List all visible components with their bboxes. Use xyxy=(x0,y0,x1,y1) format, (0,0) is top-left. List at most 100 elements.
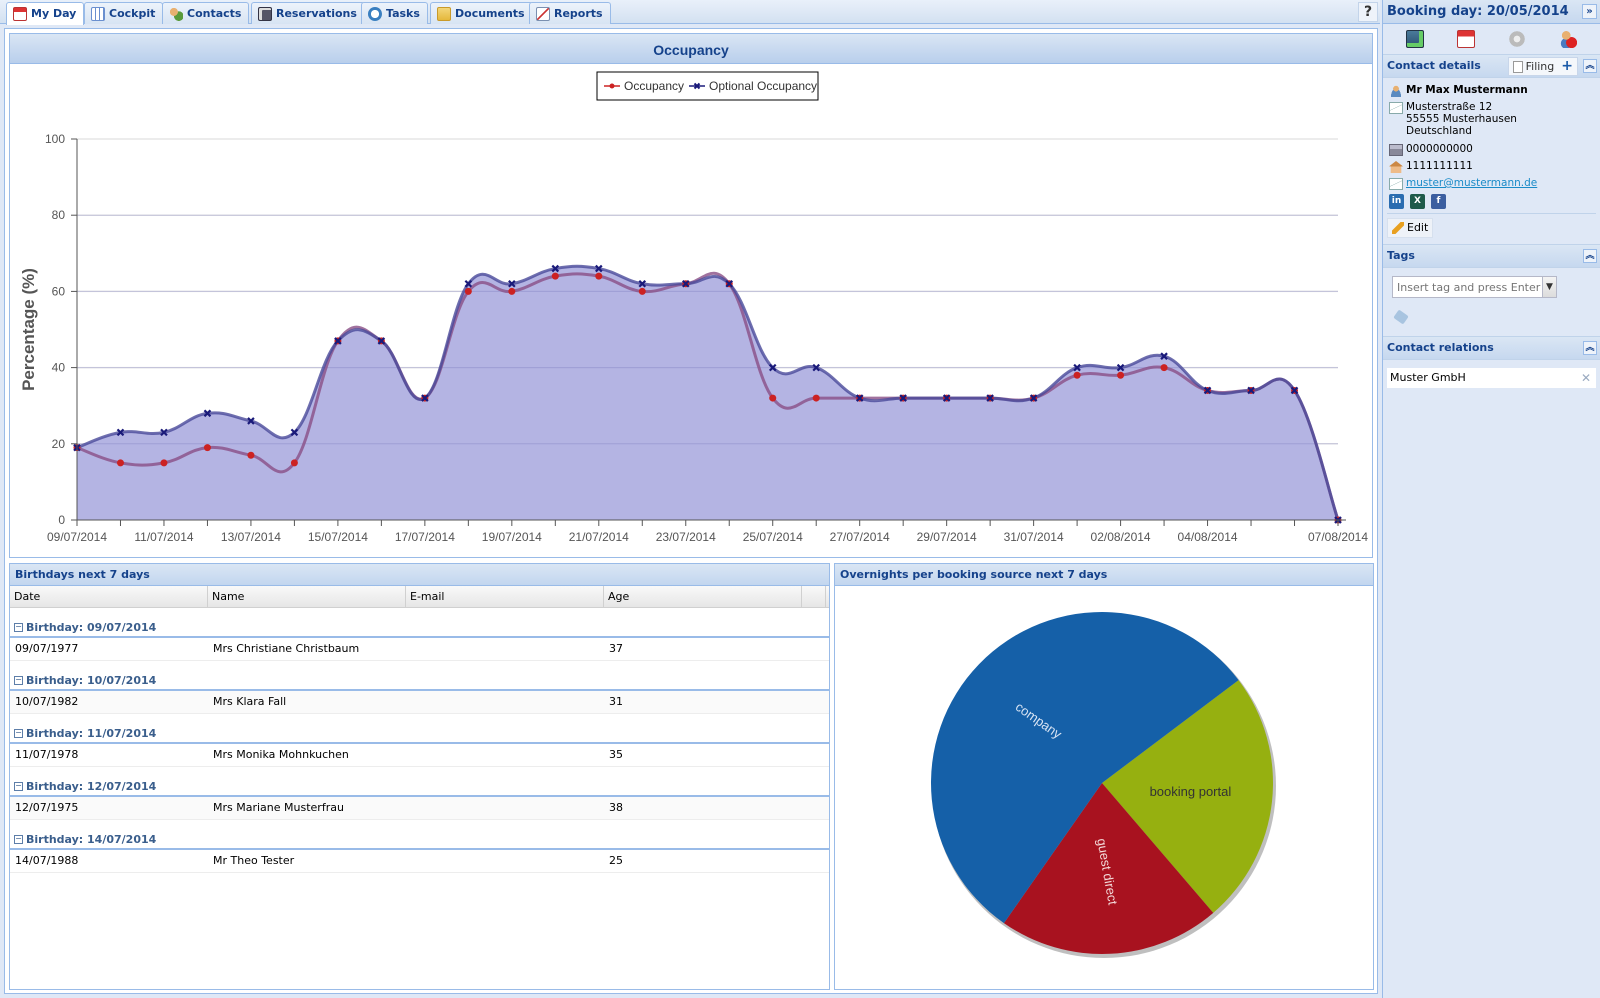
collapse-group-icon[interactable]: − xyxy=(14,781,23,791)
linkedin-icon[interactable]: in xyxy=(1389,194,1404,209)
edit-contact-button[interactable]: Edit xyxy=(1387,218,1433,238)
collapse-tags-button[interactable]: ︽ xyxy=(1583,249,1597,263)
collapse-group-icon[interactable]: − xyxy=(14,728,23,738)
folder-icon xyxy=(437,6,451,21)
group-label: Birthday: 10/07/2014 xyxy=(26,673,157,687)
grid-icon xyxy=(91,6,105,21)
tag-combobox: ▼ xyxy=(1392,276,1557,298)
main-tab-bar: My Day Cockpit Contacts Reservations Tas… xyxy=(0,0,1380,25)
booking-day-header: Booking day: 20/05/2014 » xyxy=(1383,0,1600,24)
help-button[interactable]: ? xyxy=(1358,2,1378,22)
contact-email-link[interactable]: muster@mustermann.de xyxy=(1406,177,1537,189)
occupancy-point xyxy=(812,394,820,402)
tab-label: Reports xyxy=(554,6,603,20)
cell-email xyxy=(406,638,604,660)
new-booking-icon[interactable] xyxy=(1405,30,1424,48)
tab-cockpit[interactable]: Cockpit xyxy=(84,2,164,24)
facebook-icon[interactable]: f xyxy=(1431,194,1446,209)
tab-reports[interactable]: Reports xyxy=(529,2,611,24)
filing-label: Filing xyxy=(1525,60,1555,73)
contacts-icon xyxy=(169,6,183,21)
settings-icon[interactable] xyxy=(1508,30,1527,48)
occupancy-point xyxy=(638,287,646,295)
filing-button[interactable]: Filing + xyxy=(1507,57,1578,76)
birthday-group-header[interactable]: − Birthday: 11/07/2014 xyxy=(10,714,829,744)
contact-phone-row: 0000000000 xyxy=(1389,143,1594,156)
occupancy-point xyxy=(464,287,472,295)
column-header-date[interactable]: Date xyxy=(10,586,208,607)
x-tick-label: 07/08/2014 xyxy=(1308,530,1368,544)
tab-contacts[interactable]: Contacts xyxy=(162,2,250,24)
birthday-group-header[interactable]: − Birthday: 10/07/2014 xyxy=(10,661,829,691)
tab-label: My Day xyxy=(31,7,77,20)
column-header-name[interactable]: Name xyxy=(208,586,406,607)
x-tick-label: 04/08/2014 xyxy=(1178,530,1238,544)
cell-age: 25 xyxy=(609,854,623,867)
x-tick-label: 02/08/2014 xyxy=(1091,530,1151,544)
occupancy-point xyxy=(116,459,124,467)
table-row[interactable]: 14/07/1988 Mr Theo Tester 25 xyxy=(10,850,829,873)
birthday-group-header[interactable]: − Birthday: 14/07/2014 xyxy=(10,820,829,850)
cell-date: 10/07/1982 xyxy=(15,695,79,708)
cell-age: 38 xyxy=(609,801,623,814)
tab-label: Documents xyxy=(455,6,525,20)
x-tick-label: 11/07/2014 xyxy=(134,530,193,544)
column-header-age[interactable]: Age xyxy=(604,586,802,607)
table-row[interactable]: 11/07/1978 Mrs Monika Mohnkuchen 35 xyxy=(10,744,829,767)
remove-relation-icon[interactable]: ✕ xyxy=(1581,368,1591,388)
table-row[interactable]: 12/07/1975 Mrs Mariane Musterfrau 38 xyxy=(10,797,829,820)
collapse-group-icon[interactable]: − xyxy=(14,675,23,685)
column-header-email[interactable]: E-mail xyxy=(406,586,604,607)
cell-date: 12/07/1975 xyxy=(15,801,79,814)
y-axis-title: Percentage (%) xyxy=(19,268,38,391)
social-links: in X f xyxy=(1389,194,1594,209)
checkout-guest-icon[interactable] xyxy=(1559,30,1578,48)
group-label: Birthday: 14/07/2014 xyxy=(26,832,157,846)
table-row[interactable]: 09/07/1977 Mrs Christiane Christbaum 37 xyxy=(10,638,829,661)
x-tick-label: 23/07/2014 xyxy=(656,530,716,544)
cell-name: Mrs Mariane Musterfrau xyxy=(213,801,344,814)
birthdays-grid-body: − Birthday: 09/07/2014 09/07/1977 Mrs Chr… xyxy=(10,608,829,873)
cell-email xyxy=(406,797,604,819)
x-tick-label: 25/07/2014 xyxy=(743,530,803,544)
collapse-group-icon[interactable]: − xyxy=(14,622,23,632)
tag-input[interactable] xyxy=(1393,277,1542,297)
x-tick-label: 21/07/2014 xyxy=(569,530,629,544)
occupancy-point xyxy=(290,459,298,467)
add-icon[interactable]: + xyxy=(1561,58,1573,75)
tag-dropdown-trigger[interactable]: ▼ xyxy=(1542,277,1556,297)
occupancy-point xyxy=(160,459,168,467)
cell-name: Mrs Christiane Christbaum xyxy=(213,642,360,655)
group-label: Birthday: 09/07/2014 xyxy=(26,620,157,634)
cell-email xyxy=(406,744,604,766)
contact-phone: 0000000000 xyxy=(1406,143,1473,155)
address-country: Deutschland xyxy=(1406,125,1472,137)
contact-home-phone-row: 1111111111 xyxy=(1389,160,1594,173)
tab-my-day[interactable]: My Day xyxy=(6,2,85,25)
collapse-contact-relations-button[interactable]: ︽ xyxy=(1583,341,1597,355)
calendar-icon xyxy=(13,7,27,21)
birthdays-panel: Birthdays next 7 days Date Name E-mail A… xyxy=(9,563,830,990)
person-icon xyxy=(1389,85,1403,97)
cell-email xyxy=(406,850,604,872)
tab-reservations[interactable]: Reservations xyxy=(251,2,365,24)
tab-tasks[interactable]: Tasks xyxy=(361,2,428,24)
occupancy-chart: 0 20 40 60 80 100 09/07/2014 11/07/2014 13/07/20… xyxy=(19,71,1368,557)
collapse-contact-details-button[interactable]: ︽ xyxy=(1583,59,1597,73)
contact-details-header: Contact details Filing + ︽ xyxy=(1383,54,1600,78)
collapse-group-icon[interactable]: − xyxy=(14,834,23,844)
tab-documents[interactable]: Documents xyxy=(430,2,533,24)
calendar-icon[interactable] xyxy=(1456,30,1475,48)
contact-relations-header: Contact relations ︽ xyxy=(1383,336,1600,360)
birthday-group-header[interactable]: − Birthday: 09/07/2014 xyxy=(10,608,829,638)
birthdays-grid-header: Date Name E-mail Age xyxy=(10,586,829,608)
collapse-sidebar-button[interactable]: » xyxy=(1582,4,1597,19)
contact-relation-item[interactable]: Muster GmbH ✕ xyxy=(1387,368,1596,388)
birthday-group-header[interactable]: − Birthday: 12/07/2014 xyxy=(10,767,829,797)
occupancy-panel-title: Occupancy xyxy=(10,34,1372,64)
home-icon xyxy=(1389,161,1403,173)
pie-label-booking-portal: booking portal xyxy=(1150,784,1232,799)
xing-icon[interactable]: X xyxy=(1410,194,1425,209)
table-row[interactable]: 10/07/1982 Mrs Klara Fall 31 xyxy=(10,691,829,714)
occupancy-point xyxy=(247,451,255,459)
